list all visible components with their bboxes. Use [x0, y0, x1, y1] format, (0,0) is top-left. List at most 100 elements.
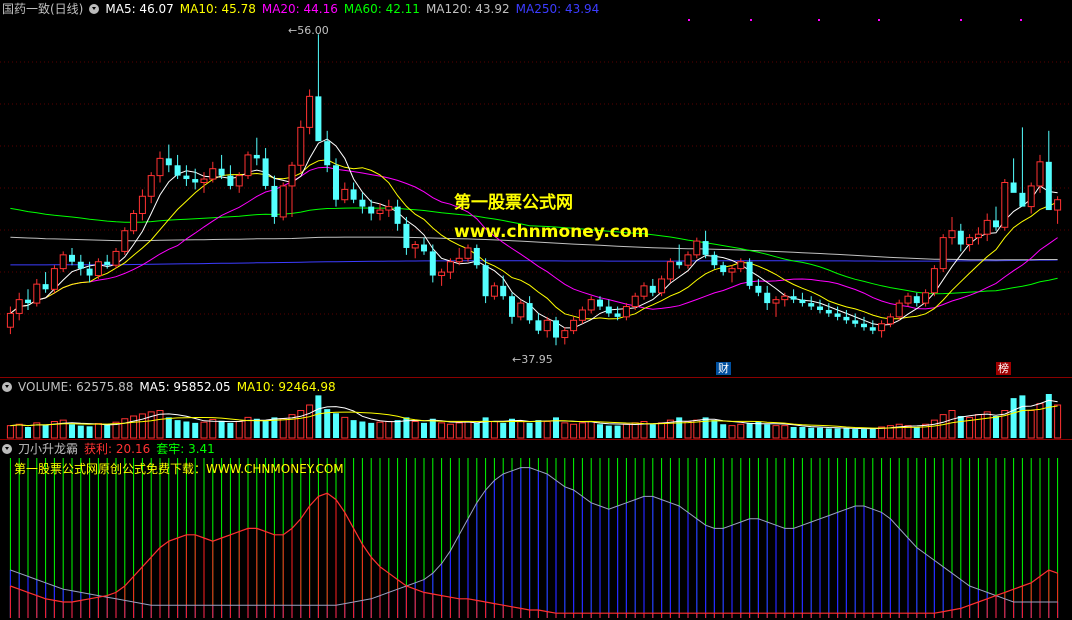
candle-body-down — [746, 261, 753, 286]
volume-bar-down — [861, 429, 867, 438]
profit-line — [10, 492, 1058, 614]
candle-body-up — [15, 299, 23, 314]
panel-menu-icon[interactable] — [2, 382, 12, 392]
volume-bar-down — [746, 422, 753, 438]
volume-bar-up — [983, 411, 991, 439]
candle-body-up — [138, 195, 146, 215]
volume-bar-down — [183, 421, 190, 438]
candle-body-up — [411, 244, 419, 249]
candle-body-down — [421, 244, 427, 252]
indicator-panel[interactable]: 刀小升龙霸 获利: 20.16 套牢: 3.41 第一股票公式网原创公式免费下载：W… — [0, 440, 1072, 620]
candle-body-up — [622, 306, 630, 318]
ma-legend-item: MA5: 46.07 — [105, 2, 174, 16]
candle-body-up — [948, 230, 956, 239]
low-price-label: ←37.95 — [512, 353, 553, 366]
candle-body-up — [631, 295, 639, 308]
volume-bar-up — [974, 414, 982, 439]
candle-body-down — [500, 285, 507, 297]
volume-bar-down — [817, 427, 823, 438]
candle-body-up — [297, 126, 305, 166]
candle-body-down — [526, 303, 533, 321]
ma-legend-item: MA60: 42.11 — [343, 2, 420, 16]
candle-body-down — [834, 313, 841, 317]
volume-bar-up — [693, 419, 701, 439]
volume-bar-up — [570, 423, 578, 439]
candle-body-up — [781, 295, 789, 301]
candle-body-down — [702, 241, 709, 255]
panel-menu-icon[interactable] — [2, 444, 12, 454]
candle-body-down — [1045, 161, 1052, 211]
indicator-legend-item: 获利: 20.16 — [84, 442, 151, 456]
candle-body-down — [271, 185, 278, 217]
volume-bar-down — [993, 416, 999, 438]
volume-legend-item: MA10: 92464.98 — [236, 380, 336, 394]
volume-bar-up — [728, 425, 736, 439]
candle-body-down — [25, 299, 31, 304]
volume-bar-up — [490, 421, 498, 439]
candle-body-down — [227, 175, 234, 186]
volume-bar-down — [852, 429, 859, 438]
volume-legend-item: VOLUME: 62575.88 — [18, 380, 134, 394]
volume-bar-down — [843, 428, 850, 438]
indicator-legend: 刀小升龙霸 获利: 20.16 套牢: 3.41 — [2, 442, 227, 456]
candle-body-down — [42, 284, 49, 290]
volume-bar-up — [279, 418, 287, 439]
candle-body-down — [817, 306, 823, 310]
price-panel[interactable]: 国药一致(日线) MA5: 46.07 MA10: 45.78 MA20: 44.16… — [0, 0, 1072, 378]
candle-body-up — [561, 330, 569, 339]
candle-body-down — [509, 296, 515, 317]
volume-bar-down — [165, 417, 172, 438]
candle-body-down — [553, 320, 559, 338]
volume-bar-up — [15, 423, 23, 439]
candle-body-up — [306, 95, 314, 128]
candle-body-up — [121, 230, 129, 252]
ranking-badge[interactable]: 榜 — [996, 362, 1011, 375]
ma-legend-item: MA20: 44.16 — [261, 2, 338, 16]
volume-bar-down — [315, 395, 322, 438]
candle-body-up — [983, 219, 991, 235]
volume-bar-up — [235, 421, 243, 439]
watermark-title: 第一股票公式网 — [454, 193, 573, 213]
volume-bar-down — [1010, 398, 1017, 438]
candle-body-up — [517, 302, 525, 318]
candle-body-up — [966, 237, 974, 246]
candle-body-down — [649, 285, 656, 293]
candle-body-up — [464, 247, 472, 259]
candle-body-up — [341, 188, 349, 201]
candle-body-up — [446, 261, 454, 273]
volume-bar-up — [385, 421, 393, 439]
volume-bar-up — [121, 418, 129, 439]
candle-body-down — [174, 165, 181, 176]
volume-bar-down — [614, 425, 621, 438]
candle-body-down — [183, 175, 190, 180]
candle-body-down — [535, 320, 542, 331]
candle-body-up — [130, 213, 138, 232]
candle-body-down — [1019, 192, 1026, 207]
panel-menu-icon[interactable] — [89, 4, 100, 14]
price-legend: 国药一致(日线) MA5: 46.07 MA10: 45.78 MA20: 44.16… — [2, 2, 611, 16]
volume-bar-up — [446, 423, 454, 439]
candle-body-down — [614, 313, 621, 317]
candle-body-up — [684, 254, 692, 266]
watermark-url: www.chnmoney.com — [454, 222, 650, 242]
ma-legend-item: MA10: 45.78 — [179, 2, 256, 16]
candle-body-up — [279, 185, 287, 218]
indicator-subtitle: 第一股票公式网原创公式免费下载：WWW.CHNMONEY.COM — [14, 462, 344, 476]
volume-bar-down — [526, 422, 533, 438]
candle-body-down — [790, 296, 797, 300]
volume-bar-down — [799, 427, 806, 438]
finance-badge[interactable]: 财 — [716, 362, 731, 375]
candle-body-up — [1001, 181, 1009, 228]
volume-bar-down — [253, 418, 260, 438]
volume-bar-up — [631, 422, 639, 439]
candle-body-up — [33, 283, 41, 304]
volume-bar-down — [913, 427, 920, 438]
volume-panel[interactable]: VOLUME: 62575.88 MA5: 95852.05 MA10: 92464… — [0, 378, 1072, 440]
candle-body-down — [852, 320, 859, 324]
volume-bar-up — [130, 415, 138, 439]
volume-bar-up — [658, 422, 666, 439]
indicator-legend-item: 刀小升龙霸 — [18, 442, 79, 456]
candle-body-down — [711, 254, 718, 266]
candle-body-up — [50, 268, 58, 290]
volume-bar-up — [948, 410, 956, 439]
